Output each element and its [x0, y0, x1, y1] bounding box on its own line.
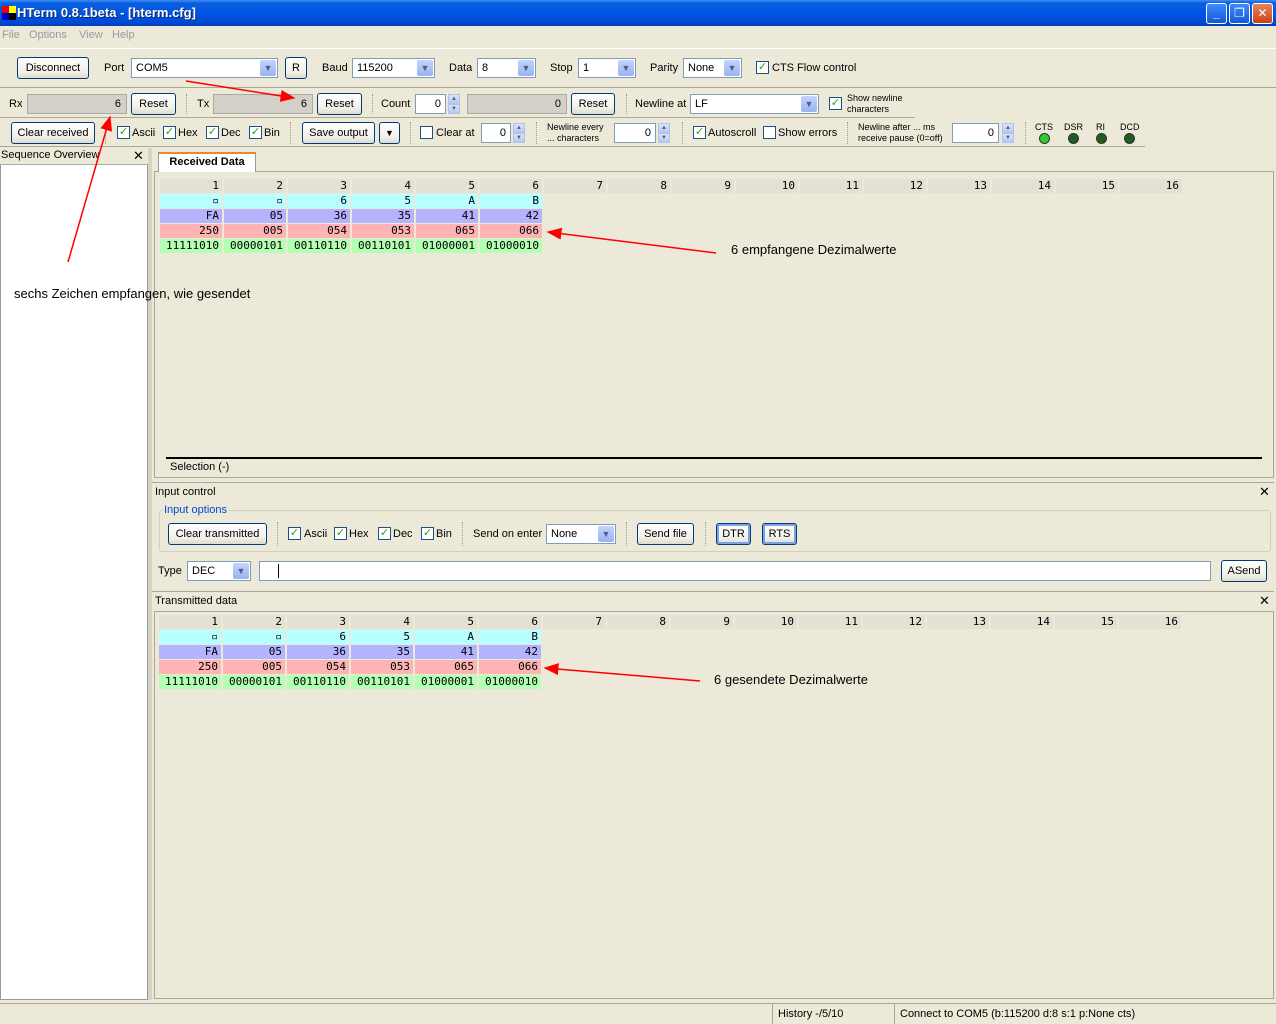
- annotation-received-dec: 6 empfangene Dezimalwerte: [731, 242, 897, 257]
- arrow-to-tx-counter: [185, 80, 296, 102]
- annotation-sent-dec: 6 gesendete Dezimalwerte: [714, 672, 868, 687]
- arrow-to-rx-counter: [67, 115, 113, 263]
- annotation-arrows: [67, 80, 717, 682]
- arrow-to-sent-dec: [543, 663, 701, 682]
- arrow-to-received-dec: [546, 227, 717, 254]
- connection-status: Connect to COM5 (b:115200 d:8 s:1 p:None…: [894, 1004, 1276, 1024]
- history-status: History -/5/10: [772, 1004, 892, 1024]
- annotation-sent-chars: sechs Zeichen empfangen, wie gesendet: [14, 286, 251, 301]
